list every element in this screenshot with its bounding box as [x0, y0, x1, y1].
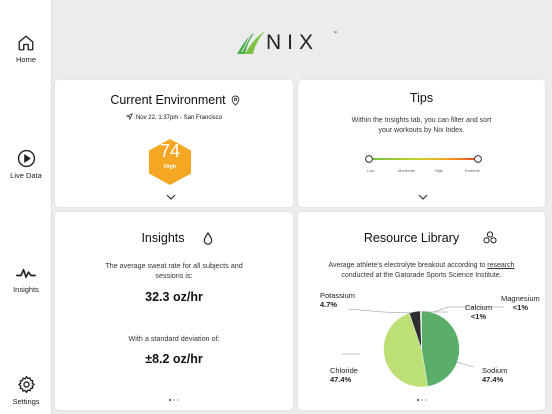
page-dot[interactable] [416, 399, 419, 401]
page-dot[interactable] [177, 399, 179, 401]
calcium-value: <1% [470, 312, 487, 321]
environment-title: Current Environment [55, 93, 293, 107]
sweat-drop-icon [203, 232, 213, 245]
tips-text-line1: Within the Insights tab, you can filter … [351, 117, 492, 124]
nav-settings[interactable]: Settings [0, 375, 52, 406]
environment-title-text: Current Environment [110, 93, 226, 107]
page-dot[interactable] [424, 399, 427, 401]
resource-library-card[interactable]: Resource Library Average athlete's elect… [298, 212, 545, 410]
pie-label-sodium: Sodium 47.4% [482, 366, 507, 384]
insights-page-dots[interactable] [55, 399, 293, 401]
page-dot[interactable] [420, 399, 423, 401]
environment-timestamp-row: Nov 22, 1:37pm - San Francisco [55, 113, 293, 121]
calcium-label: Calcium [465, 303, 493, 312]
page-dot[interactable] [169, 399, 171, 401]
insights-title: Insights [55, 231, 293, 245]
scale-label-moderate: Moderate [398, 168, 415, 173]
navigation-arrow-icon [125, 113, 133, 121]
pie-label-chloride: Chloride 47.4% [330, 366, 358, 384]
chloride-value: 47.4% [330, 375, 352, 384]
potassium-value: 4.7% [320, 300, 338, 309]
pie-slice-sodium [421, 310, 460, 387]
home-icon [18, 35, 34, 51]
sweat-rate-line2: sessions is: [155, 271, 193, 280]
chloride-label: Chloride [330, 366, 358, 375]
play-circle-icon [17, 149, 35, 168]
environment-timestamp: Nov 22, 1:37pm - San Francisco [135, 115, 223, 121]
chevron-down-icon[interactable] [418, 194, 428, 200]
potassium-label: Potassium [320, 291, 356, 300]
logo-trademark: ™ [333, 30, 337, 35]
sidebar: Home Live Data Insights Settings [0, 0, 52, 414]
sweat-rate-line1: The average sweat rate for all subjects … [105, 261, 243, 270]
scale-label-high: High [435, 168, 444, 173]
nix-leaf-logo-icon [237, 31, 265, 54]
nav-settings-label: Settings [12, 397, 40, 406]
magnesium-label: Magnesium [501, 294, 540, 303]
scale-label-extreme: Extreme [465, 168, 480, 173]
nav-insights-label: Insights [13, 285, 39, 294]
insights-title-text: Insights [141, 231, 185, 245]
chevron-down-icon[interactable] [166, 194, 176, 200]
tips-text: Within the Insights tab, you can filter … [298, 116, 545, 135]
pie-label-potassium: Potassium 4.7% [320, 291, 355, 309]
environment-level: High [163, 164, 177, 170]
gear-icon [17, 375, 35, 394]
nix-index-scale [365, 155, 482, 163]
std-dev-value: ±8.2 oz/hr [145, 352, 203, 366]
leader-sodium [455, 361, 475, 368]
pulse-icon [16, 268, 36, 278]
sweat-rate-text: The average sweat rate for all subjects … [55, 261, 293, 281]
logo-text: NIX [266, 31, 320, 54]
library-page-dots[interactable] [298, 399, 545, 401]
nav-live-data[interactable]: Live Data [0, 149, 52, 180]
tips-title: Tips [409, 91, 434, 105]
sodium-label: Sodium [482, 366, 508, 375]
magnesium-value: <1% [512, 303, 528, 312]
page-dot[interactable] [173, 399, 175, 401]
pie-label-calcium: Calcium <1% [465, 303, 492, 321]
nav-live-data-label: Live Data [10, 171, 42, 180]
tips-text-line2: your workouts by Nix Index. [378, 126, 465, 134]
sweat-rate-value: 32.3 oz/hr [145, 290, 203, 304]
scale-label-low: Low [367, 168, 375, 173]
pie-label-magnesium: Magnesium <1% [501, 294, 540, 312]
nav-insights[interactable]: Insights [0, 266, 52, 294]
nav-home[interactable]: Home [0, 34, 52, 64]
std-dev-label: With a standard deviation of: [128, 334, 220, 343]
environment-score: 74 [159, 141, 181, 161]
environment-card[interactable]: Current Environment Nov 22, 1:37pm - San… [55, 80, 293, 207]
leader-potassium [347, 308, 412, 314]
tips-card[interactable]: Tips Within the Insights tab, you can fi… [298, 80, 545, 207]
sodium-value: 47.4% [482, 375, 504, 384]
location-pin-icon [231, 95, 240, 106]
insights-card[interactable]: Insights The average sweat rate for all … [55, 212, 293, 410]
nav-home-label: Home [15, 55, 36, 64]
